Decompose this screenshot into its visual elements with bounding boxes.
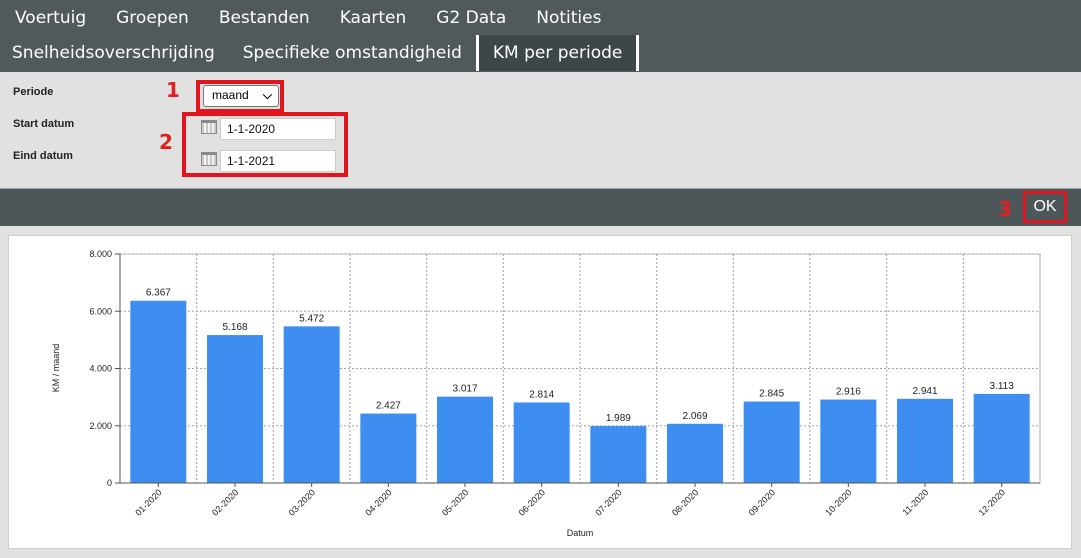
bar-value-label: 1.989 [606, 413, 631, 424]
chart-bar [130, 300, 187, 483]
chart-bar [820, 399, 877, 483]
nav-row-sub: Snelheidsoverschrijding Specifieke omsta… [0, 35, 640, 71]
x-tick-label: 11-2020 [900, 487, 930, 517]
bar-value-label: 2.427 [376, 401, 401, 412]
chart-bar [743, 401, 800, 483]
chart-bar [667, 423, 723, 483]
chart-bar [513, 402, 570, 483]
chart-bar [207, 335, 263, 483]
x-axis-label: Datum [567, 528, 594, 538]
periode-label: Periode [13, 86, 54, 98]
nav-row-main: Voertuig Groepen Bestanden Kaarten G2 Da… [0, 0, 616, 35]
chart-bar [283, 326, 340, 483]
y-tick-label: 8.000 [89, 249, 112, 259]
chart-bar [897, 398, 953, 483]
nav-item-bestanden[interactable]: Bestanden [204, 0, 325, 35]
tab-specifieke-omstandigheid[interactable]: Specifieke omstandigheid [229, 35, 476, 71]
nav-item-voertuig[interactable]: Voertuig [0, 0, 101, 35]
x-tick-label: 01-2020 [133, 487, 163, 517]
calendar-icon[interactable] [201, 120, 217, 134]
km-bar-chart: 0 2.000 4.000 6.000 8.000 6.367 5.168 5.472 2.4… [51, 249, 1041, 538]
x-tick-label: 08-2020 [670, 487, 700, 517]
tab-km-per-periode[interactable]: KM per periode [475, 35, 640, 71]
chart-bar [590, 426, 647, 483]
periode-select-value: maand [212, 88, 249, 102]
nav-item-groepen[interactable]: Groepen [101, 0, 204, 35]
chart-bar [360, 413, 417, 483]
bar-value-label: 2.916 [836, 387, 861, 398]
x-tick-label: 02-2020 [210, 487, 240, 517]
y-tick-label: 6.000 [89, 306, 112, 316]
bar-value-label: 2.845 [759, 389, 784, 400]
nav-item-kaarten[interactable]: Kaarten [325, 0, 422, 35]
annotation-number-3: 3 [998, 197, 1012, 221]
y-tick-label: 4.000 [89, 364, 112, 374]
x-tick-label: 04-2020 [363, 487, 393, 517]
x-tick-label: 03-2020 [287, 487, 317, 517]
y-tick-label: 2.000 [89, 421, 112, 431]
ok-button[interactable]: OK [1023, 191, 1067, 223]
eind-datum-label: Eind datum [13, 150, 73, 162]
start-datum-label: Start datum [13, 118, 75, 130]
annotation-number-1: 1 [166, 78, 180, 102]
eind-datum-input[interactable]: 1-1-2021 [220, 150, 336, 172]
bar-value-label: 2.814 [529, 389, 554, 400]
bar-value-label: 5.472 [299, 313, 324, 324]
action-bar: 3 OK [0, 188, 1081, 226]
y-axis-label: KM / maand [51, 344, 61, 393]
bar-value-label: 3.017 [452, 384, 477, 395]
x-tick-label: 09-2020 [747, 487, 777, 517]
top-navigation: Voertuig Groepen Bestanden Kaarten G2 Da… [0, 0, 1081, 72]
x-tick-label: 10-2020 [823, 487, 853, 517]
bar-value-label: 6.367 [146, 288, 171, 299]
x-axis: 01-2020 02-2020 03-2020 04-2020 05-2020 06-20… [120, 482, 1040, 518]
nav-item-g2-data[interactable]: G2 Data [421, 0, 521, 35]
x-tick-label: 05-2020 [440, 487, 470, 517]
y-tick-label: 0 [107, 478, 112, 488]
km-chart-panel: 0 2.000 4.000 6.000 8.000 6.367 5.168 5.472 2.4… [8, 235, 1072, 549]
x-tick-label: 06-2020 [517, 487, 547, 517]
annotation-number-2: 2 [159, 130, 173, 154]
bar-value-label: 2.069 [682, 411, 707, 422]
chart-bar [973, 393, 1030, 483]
y-axis: 0 2.000 4.000 6.000 8.000 [89, 249, 121, 488]
bar-value-label: 2.941 [912, 386, 937, 397]
chevron-down-icon: ⌵ [262, 88, 272, 102]
tab-snelheidsoverschrijding[interactable]: Snelheidsoverschrijding [0, 35, 229, 71]
chart-bar [437, 396, 493, 483]
nav-item-notities[interactable]: Notities [521, 0, 616, 35]
x-tick-label: 12-2020 [977, 487, 1007, 517]
calendar-icon[interactable] [201, 152, 217, 166]
bar-value-label: 5.168 [222, 322, 247, 333]
x-tick-label: 07-2020 [593, 487, 623, 517]
bar-value-label: 3.113 [990, 381, 1015, 392]
filter-form: Periode Start datum Eind datum 1 maand ⌵… [0, 72, 1081, 188]
periode-select[interactable]: maand ⌵ [203, 85, 279, 107]
chart-bars: 6.367 5.168 5.472 2.427 3.017 2.814 1.989 2.069… [130, 288, 1030, 483]
start-datum-input[interactable]: 1-1-2020 [220, 118, 336, 140]
